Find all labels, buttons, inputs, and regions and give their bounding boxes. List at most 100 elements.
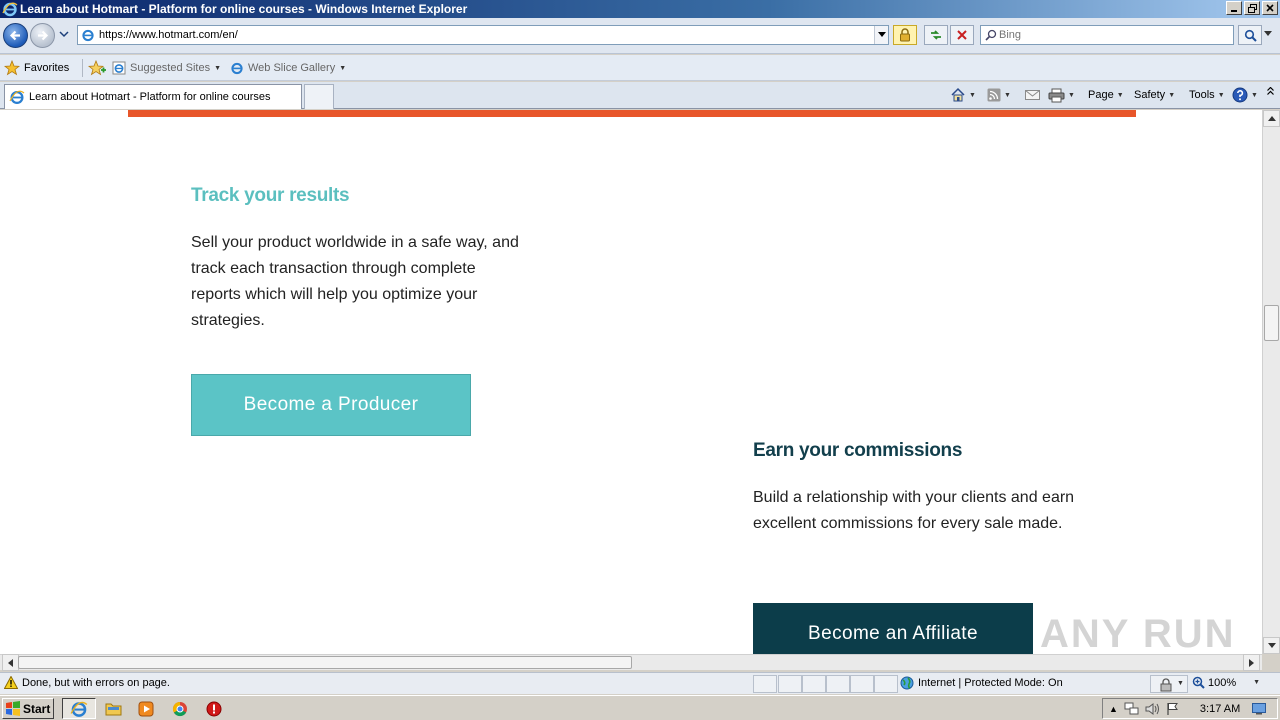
stop-button[interactable] <box>950 25 974 45</box>
status-panel <box>874 675 898 693</box>
horizontal-scrollbar[interactable] <box>0 654 1262 671</box>
page-menu[interactable]: Page ▼ <box>1088 86 1124 104</box>
arrow-down-icon <box>1267 643 1276 648</box>
tools-menu[interactable]: Tools ▼ <box>1189 86 1225 104</box>
mail-icon <box>1025 90 1040 100</box>
print-button[interactable]: ▼ <box>1048 86 1075 104</box>
close-button[interactable] <box>1262 1 1278 15</box>
tools-menu-label: Tools <box>1189 89 1215 101</box>
rss-feed-icon <box>987 88 1001 102</box>
show-hidden-icons-chevron-icon[interactable]: ▲ <box>1109 704 1118 714</box>
security-zone[interactable]: Internet | Protected Mode: On <box>900 676 1063 690</box>
scroll-left-button[interactable] <box>2 654 19 671</box>
status-panel <box>778 675 802 693</box>
new-tab-button[interactable] <box>304 84 334 109</box>
search-button[interactable] <box>1238 25 1262 45</box>
compatibility-refresh-button[interactable] <box>924 25 948 45</box>
favorites-button[interactable]: Favorites <box>4 59 69 77</box>
feeds-button[interactable]: ▼ <box>987 86 1011 104</box>
ie-page-icon <box>231 62 243 75</box>
arrow-up-icon <box>1267 116 1276 121</box>
scroll-down-button[interactable] <box>1263 637 1280 654</box>
address-dropdown-button[interactable] <box>874 26 888 44</box>
vertical-scrollbar[interactable] <box>1262 110 1280 654</box>
status-message[interactable]: Done, but with errors on page. <box>4 676 170 689</box>
media-player-quicklaunch[interactable] <box>136 699 156 718</box>
chevron-down-icon: ▼ <box>969 91 976 99</box>
minimize-button[interactable] <box>1226 1 1242 15</box>
recent-pages-dropdown-icon[interactable] <box>59 30 69 38</box>
chevron-down-icon: ▼ <box>1068 91 1075 99</box>
search-options-chevron-icon[interactable] <box>1264 31 1272 37</box>
add-to-favorites-bar-button[interactable] <box>88 59 106 77</box>
globe-icon <box>900 676 914 690</box>
search-icon <box>985 29 997 41</box>
windows-logo-icon <box>6 701 20 716</box>
action-center-flag-icon[interactable] <box>1166 702 1180 716</box>
status-panel <box>802 675 826 693</box>
help-button[interactable]: ▼ <box>1232 86 1258 104</box>
forward-arrow-icon <box>38 30 49 41</box>
safety-menu[interactable]: Safety ▼ <box>1134 86 1175 104</box>
taskbar-clock[interactable]: 3:17 AM <box>1200 703 1240 715</box>
taskbar-ie-window[interactable] <box>62 698 96 719</box>
restore-icon <box>1247 3 1257 13</box>
page-viewport: Track your results Sell your product wor… <box>0 110 1262 654</box>
tab-hotmart[interactable]: Learn about Hotmart - Platform for onlin… <box>4 84 302 109</box>
blocked-app-quicklaunch[interactable] <box>204 699 224 718</box>
scroll-up-button[interactable] <box>1263 110 1280 127</box>
chevron-down-icon <box>877 32 886 37</box>
suggested-sites-label: Suggested Sites <box>130 62 211 74</box>
zoom-level: 100% <box>1208 676 1237 689</box>
home-icon <box>951 87 965 102</box>
vertical-scroll-thumb[interactable] <box>1264 305 1279 341</box>
zoom-control[interactable]: 100% ▼ <box>1192 676 1260 689</box>
window-controls <box>1226 1 1278 15</box>
explorer-quicklaunch[interactable] <box>103 699 123 718</box>
lock-settings-icon <box>1160 678 1172 692</box>
home-button[interactable]: ▼ <box>950 86 976 104</box>
windows-taskbar: Start ▲ 3:17 AM <box>0 695 1280 720</box>
web-slice-gallery-link[interactable]: Web Slice Gallery ▼ <box>230 59 346 77</box>
refresh-icon <box>931 30 941 40</box>
search-input[interactable] <box>999 27 1229 43</box>
ie-page-icon <box>112 61 126 75</box>
search-field[interactable] <box>980 25 1234 45</box>
chrome-quicklaunch[interactable] <box>170 699 190 718</box>
back-button[interactable] <box>3 23 28 48</box>
tab-bar: Learn about Hotmart - Platform for onlin… <box>0 82 1280 109</box>
chevron-down-icon: ▼ <box>214 64 222 72</box>
security-report-button[interactable] <box>893 25 917 45</box>
become-affiliate-button[interactable]: Become an Affiliate <box>753 603 1033 654</box>
status-panel <box>753 675 777 693</box>
horizontal-scroll-thumb[interactable] <box>18 656 632 669</box>
restore-button[interactable] <box>1244 1 1260 15</box>
stop-icon <box>957 30 967 40</box>
volume-icon[interactable] <box>1145 702 1160 716</box>
network-icon[interactable] <box>1124 702 1139 716</box>
close-icon <box>1266 4 1274 12</box>
chevron-down-icon: ▼ <box>1116 91 1124 99</box>
become-producer-button[interactable]: Become a Producer <box>191 374 471 436</box>
internet-explorer-icon <box>2 2 18 17</box>
more-commands-chevron-icon[interactable] <box>1266 82 1275 100</box>
start-label: Start <box>23 701 51 716</box>
favorites-label: Favorites <box>24 62 70 74</box>
protected-mode-panel[interactable]: ▼ <box>1150 675 1188 693</box>
window-title: Learn about Hotmart - Platform for onlin… <box>20 2 468 16</box>
forward-button[interactable] <box>30 23 55 48</box>
printer-icon <box>1048 88 1065 102</box>
status-message-text: Done, but with errors on page. <box>22 676 170 689</box>
read-mail-button[interactable] <box>1025 86 1040 104</box>
add-favorite-star-icon <box>88 60 106 76</box>
producer-section-title: Track your results <box>191 185 350 206</box>
show-desktop-icon[interactable] <box>1252 702 1267 715</box>
address-toolbar: https://www.hotmart.com/en/ <box>0 18 1280 54</box>
suggested-sites-link[interactable]: Suggested Sites ▼ <box>112 59 221 77</box>
scroll-right-button[interactable] <box>1243 654 1260 671</box>
address-field[interactable]: https://www.hotmart.com/en/ <box>77 25 889 45</box>
chevron-down-icon: ▼ <box>1217 91 1225 99</box>
favorites-separator <box>82 59 83 77</box>
back-arrow-icon <box>9 30 20 41</box>
start-button[interactable]: Start <box>2 698 54 719</box>
